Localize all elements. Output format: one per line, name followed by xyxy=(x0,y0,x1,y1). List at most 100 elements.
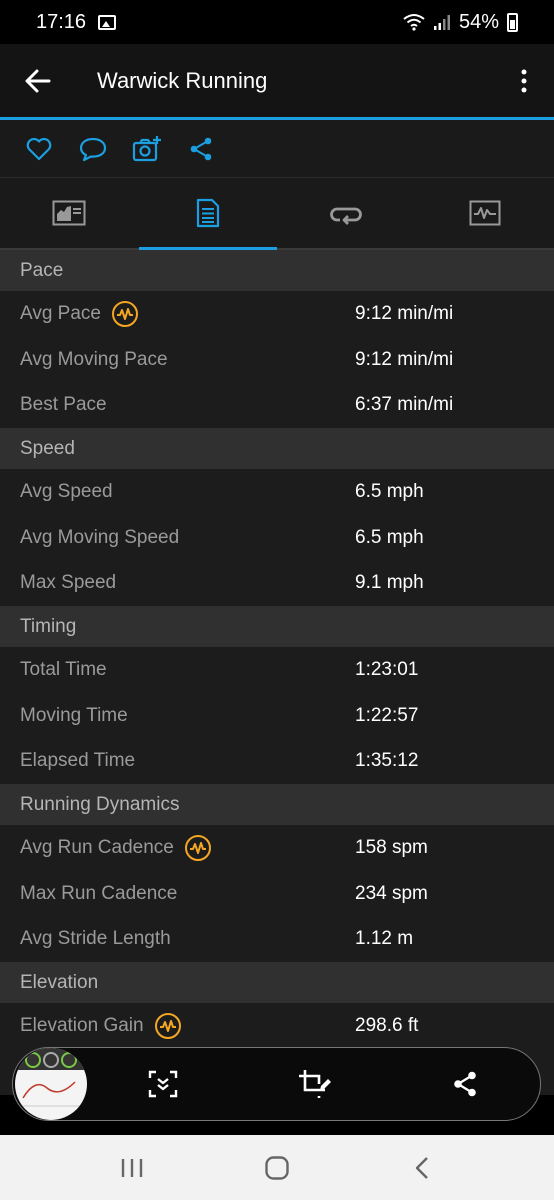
tab-overview[interactable] xyxy=(0,178,139,248)
stat-label: Best Pace xyxy=(20,394,107,416)
share-screenshot-button[interactable] xyxy=(389,1047,540,1121)
stat-row-avg-moving-speed: Avg Moving Speed 6.5 mph xyxy=(0,514,554,561)
arrow-left-icon xyxy=(25,69,51,92)
stat-row-avg-run-cadence: Avg Run Cadence 158 spm xyxy=(0,825,554,871)
stat-label-cell: Elevation Gain xyxy=(0,1012,355,1040)
stat-value: 1:22:57 xyxy=(355,704,419,726)
stat-label-cell: Max Run Cadence xyxy=(0,883,355,905)
details-document-icon xyxy=(196,198,219,228)
stat-value: 6.5 mph xyxy=(355,480,424,502)
stat-row-avg-speed: Avg Speed 6.5 mph xyxy=(0,469,554,515)
home-button[interactable] xyxy=(247,1138,307,1198)
stat-value: 9:12 min/mi xyxy=(355,302,454,324)
stat-label: Avg Speed xyxy=(20,480,113,502)
stat-row-elapsed-time: Elapsed Time 1:35:12 xyxy=(0,738,554,785)
back-button[interactable] xyxy=(0,43,76,119)
share-icon xyxy=(190,137,212,160)
screenshot-preview-image xyxy=(15,1048,87,1120)
activity-details[interactable]: Pace Avg Pace 9:12 min/mi Avg Moving Pac… xyxy=(0,250,554,1135)
stat-label: Avg Moving Pace xyxy=(20,348,168,370)
screenshot-thumbnail[interactable] xyxy=(15,1048,87,1120)
stat-row-avg-pace: Avg Pace 9:12 min/mi xyxy=(0,291,554,337)
comment-icon xyxy=(79,137,107,161)
crop-edit-button[interactable] xyxy=(238,1047,389,1121)
status-time: 17:16 xyxy=(36,10,87,33)
stat-label: Avg Stride Length xyxy=(20,928,171,950)
section-header-running-dynamics: Running Dynamics xyxy=(0,784,554,826)
stat-row-avg-moving-pace: Avg Moving Pace 9:12 min/mi xyxy=(0,336,554,383)
stat-value: 1:23:01 xyxy=(355,658,419,680)
section-header-speed: Speed xyxy=(0,428,554,470)
wifi-icon xyxy=(403,14,425,31)
back-nav-button[interactable] xyxy=(392,1138,452,1198)
stat-label: Total Time xyxy=(20,658,107,680)
stat-label-cell: Avg Pace xyxy=(0,300,355,328)
stat-value: 234 spm xyxy=(355,882,428,904)
overview-chart-icon xyxy=(52,200,86,226)
signal-icon xyxy=(433,15,450,30)
add-photo-button[interactable] xyxy=(132,134,162,164)
stat-value: 1.12 m xyxy=(355,928,414,950)
graphs-icon xyxy=(469,200,501,226)
stat-label-cell: Elapsed Time xyxy=(0,750,355,772)
like-button[interactable] xyxy=(24,134,54,164)
recent-apps-button[interactable] xyxy=(102,1138,162,1198)
stat-label: Elevation Gain xyxy=(20,1015,144,1037)
stat-label-cell: Max Speed xyxy=(0,572,355,594)
performance-badge-icon[interactable] xyxy=(111,300,139,328)
screenshot-toolbar xyxy=(12,1047,541,1121)
stat-value: 158 spm xyxy=(355,837,428,859)
home-icon xyxy=(265,1155,289,1180)
action-row xyxy=(0,120,554,178)
stat-label: Max Speed xyxy=(20,572,117,594)
status-icons: 54% xyxy=(403,11,518,34)
share-button[interactable] xyxy=(186,134,216,164)
scroll-capture-button[interactable] xyxy=(87,1047,238,1121)
more-options-button[interactable] xyxy=(494,43,554,119)
page-title: Warwick Running xyxy=(97,67,268,93)
stat-label: Moving Time xyxy=(20,704,128,726)
battery-icon xyxy=(507,12,518,32)
share-icon xyxy=(453,1071,476,1097)
performance-badge-icon[interactable] xyxy=(184,834,212,862)
section-header-timing: Timing xyxy=(0,606,554,648)
stat-label: Max Run Cadence xyxy=(20,882,178,904)
stat-label: Avg Run Cadence xyxy=(20,837,174,859)
app-bar: Warwick Running xyxy=(0,44,554,120)
stat-label-cell: Total Time xyxy=(0,659,355,681)
stat-label-cell: Best Pace xyxy=(0,394,355,416)
stat-label-cell: Avg Run Cadence xyxy=(0,834,355,862)
status-bar: 17:16 54% xyxy=(0,0,554,44)
stat-value: 9:12 min/mi xyxy=(355,348,454,370)
system-nav-bar xyxy=(0,1135,554,1200)
tab-graphs[interactable] xyxy=(416,178,554,248)
stat-value: 6:37 min/mi xyxy=(355,394,454,416)
comment-button[interactable] xyxy=(78,134,108,164)
stat-label-cell: Avg Speed xyxy=(0,481,355,503)
scroll-capture-icon xyxy=(148,1070,177,1098)
stat-value: 6.5 mph xyxy=(355,526,424,548)
tab-details[interactable] xyxy=(138,178,278,250)
gallery-notification-icon xyxy=(98,14,117,30)
stat-label: Elapsed Time xyxy=(20,750,136,772)
laps-loop-icon xyxy=(330,207,363,225)
stat-row-avg-stride-length: Avg Stride Length 1.12 m xyxy=(0,916,554,963)
stat-label-cell: Avg Moving Pace xyxy=(0,349,355,371)
stat-row-max-run-cadence: Max Run Cadence 234 spm xyxy=(0,870,554,917)
stat-value: 9.1 mph xyxy=(355,572,424,594)
recent-apps-icon xyxy=(122,1158,143,1177)
stat-row-elevation-gain: Elevation Gain 298.6 ft xyxy=(0,1003,554,1049)
stat-value: 1:35:12 xyxy=(355,750,419,772)
crop-edit-icon xyxy=(298,1070,331,1098)
stat-row-moving-time: Moving Time 1:22:57 xyxy=(0,692,554,739)
tab-laps[interactable] xyxy=(277,178,416,248)
stat-label: Avg Pace xyxy=(20,302,101,324)
heart-icon xyxy=(26,137,52,160)
camera-add-icon xyxy=(132,135,161,161)
stat-row-max-speed: Max Speed 9.1 mph xyxy=(0,560,554,607)
stat-row-best-pace: Best Pace 6:37 min/mi xyxy=(0,382,554,429)
stat-label-cell: Avg Moving Speed xyxy=(0,527,355,549)
performance-badge-icon[interactable] xyxy=(154,1012,182,1040)
stat-label-cell: Avg Stride Length xyxy=(0,928,355,950)
more-vertical-icon xyxy=(521,69,527,92)
